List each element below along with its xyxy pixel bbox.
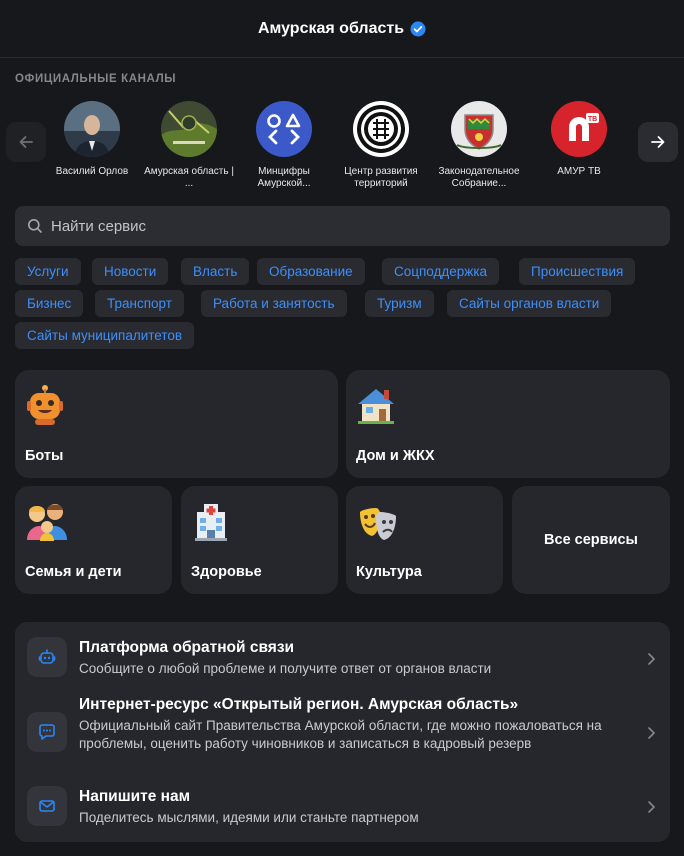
avatar	[451, 101, 507, 157]
avatar	[161, 101, 217, 157]
channel-name: АМУР ТВ	[557, 166, 601, 177]
family-icon	[27, 504, 67, 541]
tag-obrazovanie[interactable]: Образование	[257, 258, 365, 285]
card-bots[interactable]: Боты	[15, 370, 338, 478]
info-desc: Официальный сайт Правительства Амурской …	[79, 718, 602, 751]
info-desc: Поделитесь мыслями, идеями или станьте п…	[79, 810, 419, 825]
channel-name: Центр развития территорий	[344, 166, 418, 189]
tag-biznes[interactable]: Бизнес	[15, 290, 84, 317]
card-label: Здоровье	[191, 564, 262, 580]
tag-rabota[interactable]: Работа и занятость	[201, 290, 347, 317]
page-title: Амурская область	[257, 19, 405, 37]
header: Амурская область	[0, 0, 684, 58]
channel-amur-tv[interactable]: ТВ АМУР ТВ	[533, 101, 625, 178]
card-culture[interactable]: Культура	[346, 486, 503, 594]
info-row-feedback-platform[interactable]: Платформа обратной связи Сообщите о любо…	[15, 622, 670, 688]
tag-sajty-organov-vlasti[interactable]: Сайты органов власти	[447, 290, 612, 317]
card-label: Все сервисы	[544, 532, 638, 548]
avatar	[256, 101, 312, 157]
tag-vlast[interactable]: Власть	[181, 258, 250, 285]
tag-turizm[interactable]: Туризм	[365, 290, 434, 317]
card-label: Дом и ЖКХ	[356, 448, 435, 464]
info-title: Интернет-ресурс «Открытый регион. Амурск…	[79, 696, 519, 713]
tag-transport[interactable]: Транспорт	[95, 290, 184, 317]
channel-legislative-assembly[interactable]: Законодательное Собрание...	[433, 101, 525, 190]
info-row-open-region[interactable]: Интернет-ресурс «Открытый регион. Амурск…	[15, 688, 670, 778]
card-label: Семья и дети	[25, 564, 122, 580]
chevron-right-icon	[648, 653, 656, 665]
info-row-write-us[interactable]: Напишите нам Поделитесь мыслями, идеями …	[15, 778, 670, 842]
card-label: Боты	[25, 448, 64, 464]
channel-mincifry[interactable]: Минцифры Амурской...	[238, 101, 330, 190]
house-icon	[358, 389, 394, 424]
info-list: Платформа обратной связи Сообщите о любо…	[15, 622, 670, 842]
tag-uslugi[interactable]: Услуги	[15, 258, 81, 285]
channel-vasily-orlov[interactable]: Василий Орлов	[46, 101, 138, 178]
search-icon	[28, 219, 42, 233]
verified-check-icon	[410, 21, 426, 37]
info-desc: Сообщите о любой проблеме и получите отв…	[79, 661, 492, 676]
channel-amur-region[interactable]: Амурская область | ...	[143, 101, 235, 190]
channels-carousel: Василий Орлов Амурская область | ... Мин…	[0, 96, 684, 196]
avatar	[64, 101, 120, 157]
search-input[interactable]	[51, 217, 631, 235]
chat-icon	[27, 712, 67, 752]
chevron-right-icon	[648, 801, 656, 813]
arrow-right-icon	[651, 136, 665, 148]
card-health[interactable]: Здоровье	[181, 486, 338, 594]
card-family[interactable]: Семья и дети	[15, 486, 172, 594]
channel-name: Василий Орлов	[55, 166, 129, 177]
channel-name: Законодательное Собрание...	[438, 166, 520, 189]
tag-novosti[interactable]: Новости	[92, 258, 169, 285]
channel-center-development[interactable]: Центр развития территорий	[335, 101, 427, 190]
card-home[interactable]: Дом и ЖКХ	[346, 370, 670, 478]
hospital-icon	[195, 504, 227, 541]
tag-sajty-municipalitetov[interactable]: Сайты муниципалитетов	[15, 322, 195, 349]
arrow-left-icon	[19, 136, 33, 148]
avatar: ТВ	[551, 101, 607, 157]
card-all-services[interactable]: Все сервисы	[512, 486, 670, 594]
theater-masks-icon	[360, 508, 396, 540]
card-label: Культура	[356, 564, 422, 580]
section-title-official-channels: ОФИЦИАЛЬНЫЕ КАНАЛЫ	[15, 73, 177, 85]
mail-icon	[27, 786, 67, 826]
channel-name: Амурская область | ...	[144, 166, 234, 189]
tag-proisshestviya[interactable]: Происшествия	[519, 258, 636, 285]
carousel-prev-button[interactable]	[6, 122, 46, 162]
bot-icon	[27, 637, 67, 677]
tv-badge-text: ТВ	[588, 116, 597, 123]
chevron-right-icon	[648, 727, 656, 739]
carousel-next-button[interactable]	[638, 122, 678, 162]
robot-icon	[27, 385, 63, 425]
info-title: Платформа обратной связи	[79, 639, 295, 656]
info-title: Напишите нам	[79, 788, 191, 805]
search-bar[interactable]	[15, 206, 670, 246]
tag-socpodderzhka[interactable]: Соцподдержка	[382, 258, 500, 285]
channel-name: Минцифры Амурской...	[257, 166, 311, 189]
avatar	[353, 101, 409, 157]
